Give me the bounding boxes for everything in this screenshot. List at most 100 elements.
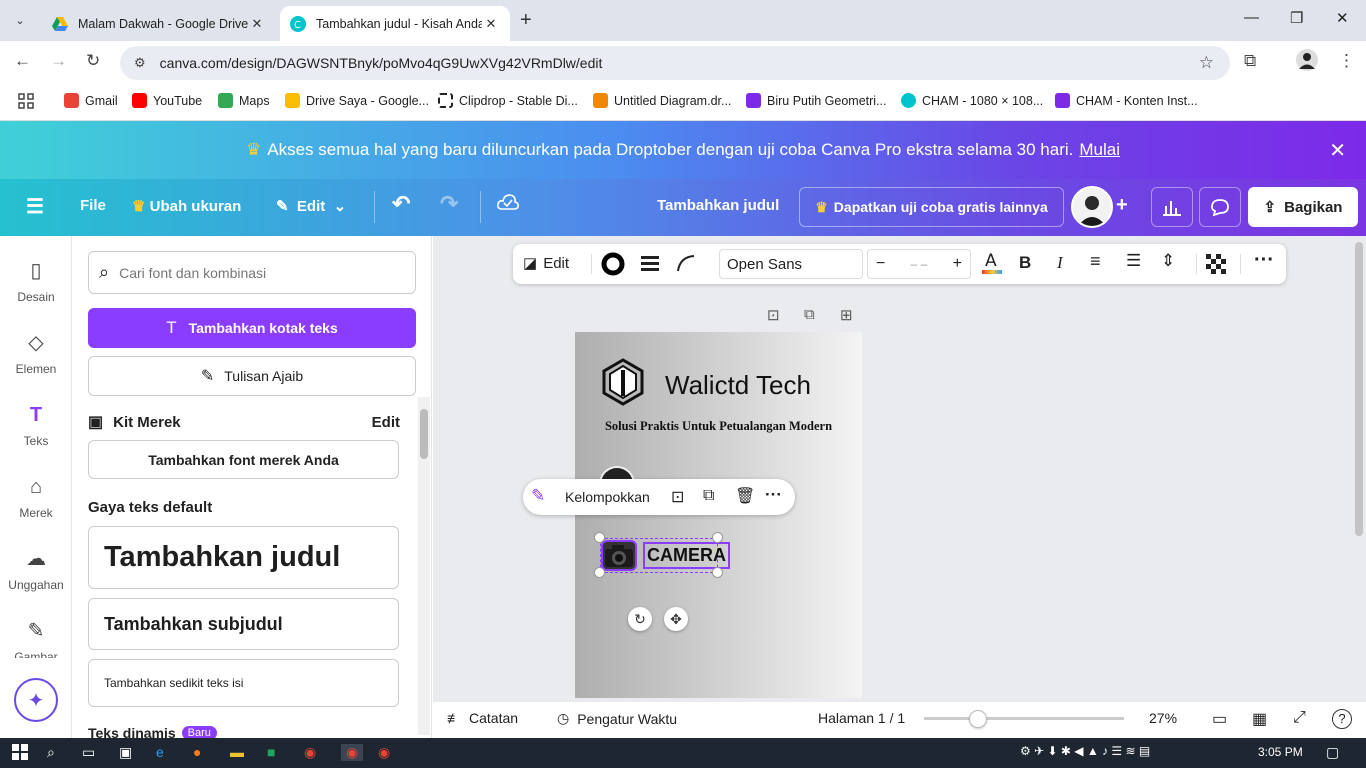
align-center-icon[interactable]: ≡: [1090, 251, 1101, 272]
font-family-select[interactable]: Open Sans: [719, 249, 863, 279]
group-button[interactable]: Kelompokkan: [565, 489, 650, 505]
url-field[interactable]: ⚙ canva.com/design/DAGWSNTBnyk/poMvo4qG9…: [120, 46, 1230, 80]
rail-item-brand[interactable]: ⌂ Merek: [0, 474, 72, 520]
store-icon[interactable]: ▣: [119, 744, 132, 761]
tab-search-chevron-icon[interactable]: ⌄: [8, 8, 32, 32]
resize-handle[interactable]: [594, 532, 605, 543]
edit-mode-button[interactable]: ✎ Edit ⌄: [276, 197, 346, 215]
windows-start-icon[interactable]: [12, 744, 28, 763]
corner-rounding-icon[interactable]: [676, 253, 696, 277]
panel-scrollbar[interactable]: [418, 397, 430, 735]
bookmark-drive[interactable]: Drive Saya - Google...: [285, 93, 429, 108]
file-explorer-icon[interactable]: ▬: [230, 744, 244, 760]
extensions-icon[interactable]: ⧉: [1244, 51, 1256, 71]
close-window-icon[interactable]: ✕: [1336, 9, 1349, 27]
design-page[interactable]: Walictd Tech Solusi Praktis Untuk Petual…: [575, 332, 862, 698]
bookmark-biru-putih[interactable]: Biru Putih Geometri...: [746, 93, 887, 108]
notes-button[interactable]: ≢ Catatan: [447, 710, 518, 726]
rail-item-design[interactable]: ▯ Desain: [0, 258, 72, 304]
rail-item-draw[interactable]: ✎ Gambar: [0, 618, 72, 658]
border-style-icon[interactable]: [640, 253, 660, 277]
tagline-text[interactable]: Solusi Praktis Untuk Petualangan Modern: [575, 419, 862, 434]
tab-canva-design[interactable]: C Tambahkan judul - Kisah Anda ✕: [280, 6, 510, 41]
cloud-save-icon[interactable]: [497, 193, 519, 215]
insights-icon[interactable]: [1151, 187, 1193, 227]
rotate-icon[interactable]: ↻: [628, 607, 652, 631]
trial-button[interactable]: ♛ Dapatkan uji coba gratis lainnya: [799, 187, 1064, 227]
redo-icon[interactable]: ↷: [440, 191, 458, 217]
chrome-icon[interactable]: ◉: [378, 744, 390, 761]
border-color-icon[interactable]: [601, 252, 625, 280]
design-title[interactable]: Tambahkan judul: [657, 197, 779, 214]
brand-name-text[interactable]: Walictd Tech: [665, 370, 811, 401]
fullscreen-icon[interactable]: ⤢: [1293, 709, 1306, 727]
pages-view-icon[interactable]: ▭: [1212, 709, 1227, 729]
resize-handle[interactable]: [712, 567, 723, 578]
add-brand-font-button[interactable]: Tambahkan font merek Anda: [88, 440, 399, 479]
back-icon[interactable]: ←: [14, 51, 31, 71]
promo-start-link[interactable]: Mulai: [1079, 140, 1120, 160]
move-icon[interactable]: ✥: [664, 607, 688, 631]
comments-icon[interactable]: [1199, 187, 1241, 227]
reload-icon[interactable]: ↻: [86, 51, 100, 71]
scrollbar-thumb[interactable]: [420, 409, 428, 459]
close-tab-icon[interactable]: ✕: [482, 16, 500, 32]
camera-image-icon[interactable]: [601, 540, 637, 571]
close-tab-icon[interactable]: ✕: [248, 16, 266, 32]
undo-icon[interactable]: ↶: [392, 191, 410, 217]
bookmark-maps[interactable]: Maps: [218, 93, 270, 108]
magic-edit-icon[interactable]: ✎: [531, 486, 545, 506]
add-body-style[interactable]: Tambahkan sedikit teks isi: [88, 659, 399, 707]
search-icon[interactable]: ⌕: [47, 744, 55, 761]
notification-icon[interactable]: ▢: [1326, 744, 1339, 761]
user-avatar[interactable]: [1071, 186, 1113, 228]
clock[interactable]: 3:05 PM: [1258, 745, 1303, 759]
workspace-scrollbar[interactable]: [1355, 242, 1363, 536]
profile-avatar[interactable]: [1296, 49, 1318, 76]
transparency-icon[interactable]: [1206, 254, 1226, 278]
font-search-input[interactable]: ⌕ Cari font dan kombinasi: [88, 251, 416, 294]
add-collaborator-icon[interactable]: +: [1116, 194, 1128, 217]
system-tray-icons[interactable]: ⚙ ✈ ⬇ ✱ ◀ ▲ ♪ ☰ ≋ ▤: [1020, 744, 1150, 758]
toolbar-edit-button[interactable]: ◪ Edit: [523, 254, 569, 273]
close-banner-icon[interactable]: ✕: [1329, 138, 1346, 163]
lock-icon[interactable]: ⊡: [671, 487, 684, 507]
resize-button[interactable]: ♛ Ubah ukuran: [132, 197, 241, 215]
site-info-icon[interactable]: ⚙: [134, 55, 146, 71]
file-menu[interactable]: File: [80, 197, 106, 214]
more-options-icon[interactable]: ···: [1254, 249, 1274, 272]
chrome-active-icon[interactable]: ◉: [341, 744, 364, 761]
bookmark-clipdrop[interactable]: Clipdrop - Stable Di...: [438, 93, 578, 108]
edge-icon[interactable]: e: [156, 744, 164, 760]
app-icon[interactable]: ■: [267, 744, 275, 760]
text-color-icon[interactable]: A: [981, 250, 1003, 280]
forward-icon[interactable]: →: [50, 51, 67, 71]
magic-write-button[interactable]: ✎ Tulisan Ajaib: [88, 356, 416, 396]
more-icon[interactable]: ···: [765, 485, 782, 505]
apps-grid-icon[interactable]: [18, 93, 34, 109]
rail-item-elements[interactable]: ◇ Elemen: [0, 330, 72, 376]
zoom-slider[interactable]: [924, 710, 1124, 728]
bookmark-cham-konten[interactable]: CHAM - Konten Inst...: [1055, 93, 1198, 108]
font-size-stepper[interactable]: − – – +: [867, 249, 971, 279]
grid-view-icon[interactable]: ▦: [1252, 709, 1267, 729]
italic-icon[interactable]: I: [1057, 253, 1063, 273]
camera-label-text[interactable]: CAMERA: [643, 542, 730, 569]
increase-size-button[interactable]: +: [953, 255, 962, 273]
share-button[interactable]: ⇪ Bagikan: [1248, 187, 1358, 227]
task-view-icon[interactable]: ▭: [82, 744, 95, 761]
tab-google-drive[interactable]: Malam Dakwah - Google Drive ✕: [42, 6, 276, 41]
add-heading-style[interactable]: Tambahkan judul: [88, 526, 399, 589]
help-icon[interactable]: ?: [1332, 709, 1352, 729]
magic-sparkle-icon[interactable]: ✦: [14, 678, 58, 722]
timer-button[interactable]: ◷ Pengatur Waktu: [557, 710, 677, 727]
duplicate-page-icon[interactable]: ⧉: [804, 306, 815, 323]
bookmark-gmail[interactable]: Gmail: [64, 93, 118, 108]
rail-item-text[interactable]: T Teks: [0, 402, 72, 448]
lock-page-icon[interactable]: ⊡: [767, 306, 780, 324]
main-menu-icon[interactable]: ☰: [26, 194, 44, 219]
bold-icon[interactable]: B: [1019, 253, 1031, 273]
bullet-list-icon[interactable]: ☰: [1126, 251, 1141, 271]
page-indicator[interactable]: Halaman 1 / 1: [818, 710, 905, 726]
line-spacing-icon[interactable]: ⇕: [1161, 251, 1175, 271]
